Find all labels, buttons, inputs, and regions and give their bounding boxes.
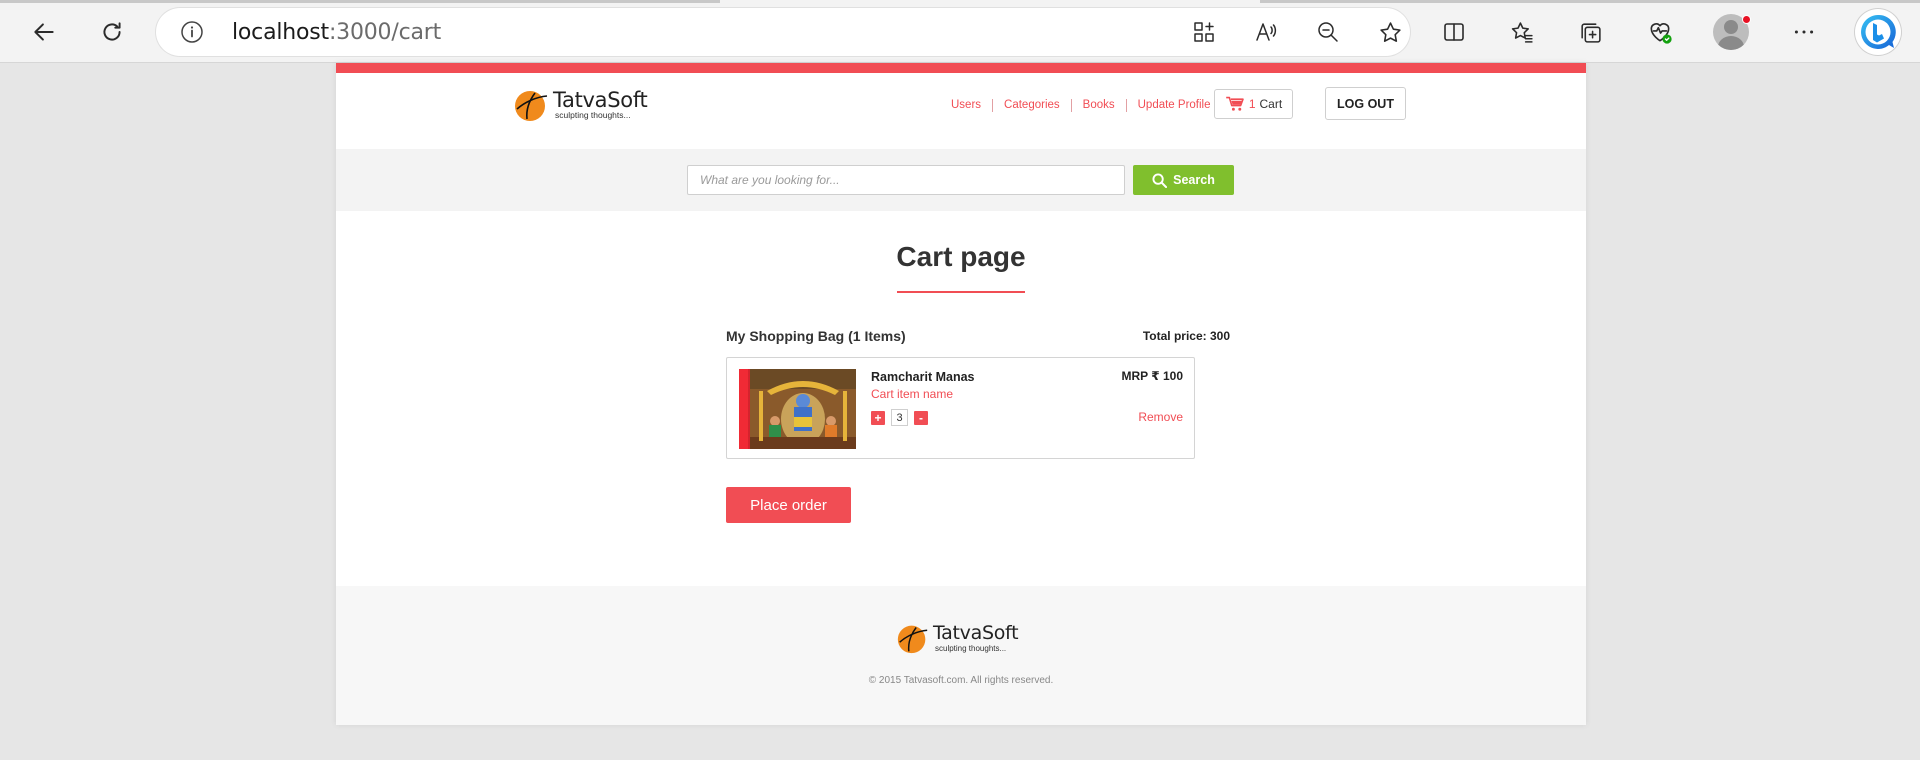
- cart-count: 1: [1248, 97, 1256, 111]
- footer-logo-tagline: sculpting thoughts...: [935, 644, 1007, 653]
- tab-strip-edge: [0, 0, 720, 3]
- more-icon: [1794, 30, 1814, 34]
- site-header: TatvaSoft sculpting thoughts... Users Ca…: [336, 73, 1586, 149]
- arrow-left-icon: [34, 23, 54, 41]
- read-aloud-icon: [1256, 23, 1277, 41]
- info-icon[interactable]: [180, 20, 204, 44]
- footer-logo-name: TatvaSoft: [933, 622, 1019, 644]
- item-subtitle: Cart item name: [871, 387, 954, 401]
- split-screen-icon: [1444, 23, 1464, 41]
- accent-strip: [336, 63, 1586, 73]
- split-screen-button[interactable]: [1434, 12, 1474, 52]
- nav-categories[interactable]: Categories: [992, 99, 1071, 112]
- zoom-out-button[interactable]: [1308, 12, 1348, 52]
- star-icon: [1379, 21, 1401, 42]
- url-path: :3000/cart: [328, 20, 442, 45]
- add-app-button[interactable]: [1184, 12, 1224, 52]
- bing-copilot-button[interactable]: [1855, 9, 1901, 55]
- refresh-button[interactable]: [92, 12, 132, 52]
- item-name: Ramcharit Manas: [871, 370, 975, 384]
- refresh-icon: [103, 22, 121, 41]
- place-order-button[interactable]: Place order: [726, 487, 851, 523]
- page-title: Cart page: [896, 241, 1026, 272]
- cart-item: Ramcharit Manas Cart item name + 3 - MRP…: [726, 357, 1195, 459]
- tab-strip-edge: [1260, 0, 1920, 3]
- increase-quantity-button[interactable]: +: [871, 410, 885, 425]
- search-button[interactable]: Search: [1133, 165, 1234, 195]
- zoom-out-icon: [1318, 22, 1338, 42]
- search-bar: Search: [336, 149, 1586, 211]
- nav-update-profile[interactable]: Update Profile: [1125, 99, 1222, 112]
- nav-users[interactable]: Users: [940, 99, 992, 112]
- collections-icon: [1580, 22, 1601, 43]
- shopping-cart-icon: [1226, 96, 1244, 111]
- bing-copilot-icon: [1861, 14, 1896, 49]
- tatvasoft-logo-icon: [897, 625, 928, 654]
- favorites-button[interactable]: [1502, 12, 1542, 52]
- decrease-quantity-button[interactable]: -: [914, 410, 928, 425]
- browser-essentials-button[interactable]: [1640, 12, 1680, 52]
- shopping-bag-heading: My Shopping Bag (1 Items): [726, 328, 906, 344]
- site-footer: TatvaSoft sculpting thoughts... © 2015 T…: [336, 586, 1586, 725]
- collections-button[interactable]: [1570, 12, 1610, 52]
- browser-essentials-icon: [1650, 23, 1672, 44]
- notification-dot: [1742, 15, 1751, 24]
- search-input[interactable]: [687, 165, 1125, 195]
- page-container: TatvaSoft sculpting thoughts... Users Ca…: [336, 63, 1586, 725]
- quantity-stepper: + 3 -: [871, 409, 928, 426]
- favorites-icon: [1511, 21, 1533, 43]
- favorite-button[interactable]: [1370, 12, 1410, 52]
- more-button[interactable]: [1784, 12, 1824, 52]
- book-cover-image: [739, 369, 856, 449]
- quantity-value: 3: [891, 409, 908, 426]
- logo-name: TatvaSoft: [553, 87, 648, 112]
- tatvasoft-logo-icon: [515, 91, 548, 121]
- read-aloud-button[interactable]: [1246, 12, 1286, 52]
- header-logo[interactable]: TatvaSoft sculpting thoughts...: [513, 87, 648, 123]
- logout-button[interactable]: LOG OUT: [1325, 87, 1406, 120]
- browser-toolbar: localhost:3000/cart: [0, 0, 1920, 63]
- add-app-icon: [1194, 22, 1214, 42]
- cart-label: Cart: [1259, 97, 1283, 111]
- footer-logo[interactable]: TatvaSoft sculpting thoughts...: [896, 622, 1019, 655]
- item-mrp: MRP ₹ 100: [1121, 369, 1184, 383]
- cart-button[interactable]: 1 Cart: [1214, 89, 1293, 119]
- copyright-text: © 2015 Tatvasoft.com. All rights reserve…: [868, 675, 1054, 686]
- search-button-label: Search: [1173, 173, 1215, 187]
- remove-item-link[interactable]: Remove: [1138, 410, 1183, 424]
- total-price: Total price: 300: [1142, 329, 1230, 343]
- search-icon: [1152, 172, 1168, 188]
- url-text[interactable]: localhost:3000/cart: [232, 20, 441, 45]
- main-nav: Users Categories Books Update Profile: [940, 99, 1222, 112]
- title-underline: [897, 291, 1025, 293]
- url-host: localhost: [232, 20, 329, 45]
- nav-books[interactable]: Books: [1070, 99, 1126, 112]
- back-button[interactable]: [24, 12, 64, 52]
- address-bar[interactable]: localhost:3000/cart: [156, 8, 1410, 56]
